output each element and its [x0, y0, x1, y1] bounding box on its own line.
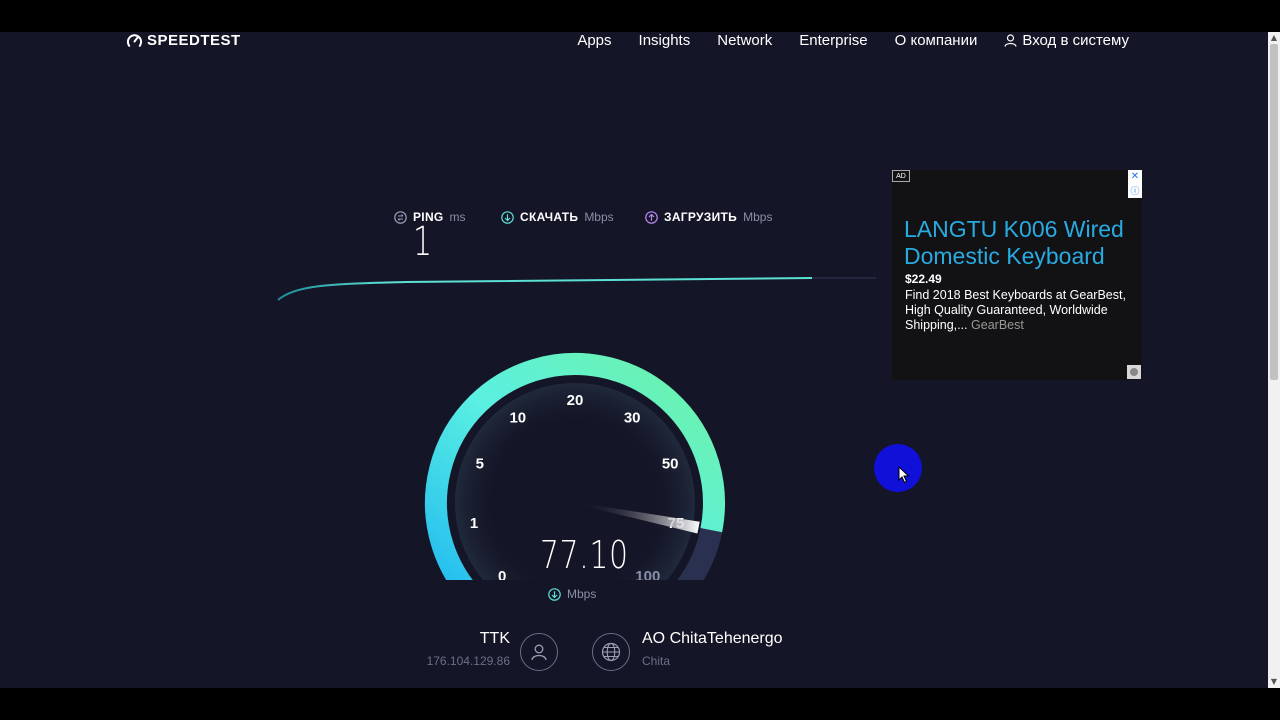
speed-unit: Mbps — [548, 587, 596, 601]
download-metric: СКАЧАТЬ Mbps — [501, 210, 614, 224]
window-top-bar — [0, 0, 1280, 32]
login-link[interactable]: Вход в систему — [1004, 32, 1129, 49]
ad-banner[interactable]: AD ✕ ⓘ LANGTU K006 Wired Domestic Keyboa… — [892, 170, 1142, 380]
upload-label: ЗАГРУЗИТЬ — [664, 210, 738, 224]
speedtest-logo[interactable]: SPEEDTEST — [126, 32, 241, 49]
gauge-tick-label: 10 — [509, 409, 526, 426]
user-profile-button[interactable] — [520, 633, 558, 671]
nav-apps[interactable]: Apps — [577, 32, 611, 49]
download-arrow-icon — [501, 210, 514, 224]
user-icon — [1004, 33, 1017, 47]
gauge-tick-label: 20 — [567, 392, 584, 409]
download-label: СКАЧАТЬ — [520, 210, 579, 224]
graph-progress-line — [277, 277, 813, 301]
ping-icon — [394, 210, 407, 224]
ping-value: 1 — [413, 219, 433, 265]
speedometer-logo-icon — [126, 33, 143, 47]
scroll-down-arrow-icon[interactable]: ▼ — [1268, 676, 1280, 688]
login-label: Вход в систему — [1022, 32, 1129, 49]
server-name: AO ChitaTehenergo — [642, 630, 783, 647]
top-nav: Apps Insights Network Enterprise О компа… — [577, 32, 1129, 49]
vertical-scrollbar[interactable]: ▲ ▼ — [1268, 32, 1280, 688]
user-icon — [531, 644, 547, 661]
upload-metric: ЗАГРУЗИТЬ Mbps — [645, 210, 772, 224]
isp-name: TTK — [479, 630, 510, 647]
gauge-tick-label: 0 — [498, 568, 506, 580]
globe-icon — [601, 642, 621, 662]
logo-text: SPEEDTEST — [147, 32, 241, 49]
gauge-tick-label: 100 — [635, 568, 660, 580]
gauge-tick-label: 50 — [662, 456, 679, 473]
gauge-tick-label: 30 — [624, 409, 641, 426]
window-bottom-bar — [0, 688, 1280, 720]
gauge-tick-label: 5 — [476, 456, 484, 473]
ad-choices-icon[interactable] — [1127, 365, 1141, 379]
nav-enterprise[interactable]: Enterprise — [799, 32, 867, 49]
server-info[interactable]: AO ChitaTehenergo Chita — [642, 630, 783, 668]
download-unit: Mbps — [584, 210, 614, 224]
ad-advertiser: GearBest — [971, 318, 1024, 332]
ad-description: Find 2018 Best Keyboards at GearBest, Hi… — [905, 288, 1137, 333]
upload-unit: Mbps — [743, 210, 773, 224]
scroll-up-arrow-icon[interactable]: ▲ — [1268, 32, 1280, 44]
upload-arrow-icon — [645, 210, 658, 224]
isp-ip: 176.104.129.86 — [426, 654, 510, 668]
scrollbar-thumb[interactable] — [1270, 44, 1278, 380]
ad-close-icon[interactable]: ✕ — [1128, 170, 1142, 184]
mouse-cursor-icon — [898, 466, 910, 484]
isp-info: TTK 176.104.129.86 — [400, 630, 510, 668]
speedtest-page: SPEEDTEST Apps Insights Network Enterpri… — [0, 32, 1268, 688]
nav-about[interactable]: О компании — [895, 32, 978, 49]
change-server-button[interactable] — [592, 633, 630, 671]
server-city: Chita — [642, 654, 671, 668]
nav-network[interactable]: Network — [717, 32, 772, 49]
gauge-tick-label: 1 — [470, 515, 478, 532]
nav-insights[interactable]: Insights — [639, 32, 691, 49]
ad-price: $22.49 — [905, 272, 942, 286]
download-arrow-icon — [548, 587, 561, 601]
ping-unit: ms — [449, 210, 466, 224]
ad-headline[interactable]: LANGTU K006 Wired Domestic Keyboard — [904, 216, 1136, 270]
ad-info-icon[interactable]: ⓘ — [1128, 184, 1142, 198]
ad-badge: AD — [892, 170, 910, 182]
download-speed-value: 77.10 — [540, 533, 629, 577]
download-speed-graph — [277, 277, 876, 301]
speed-unit-label: Mbps — [567, 587, 597, 601]
